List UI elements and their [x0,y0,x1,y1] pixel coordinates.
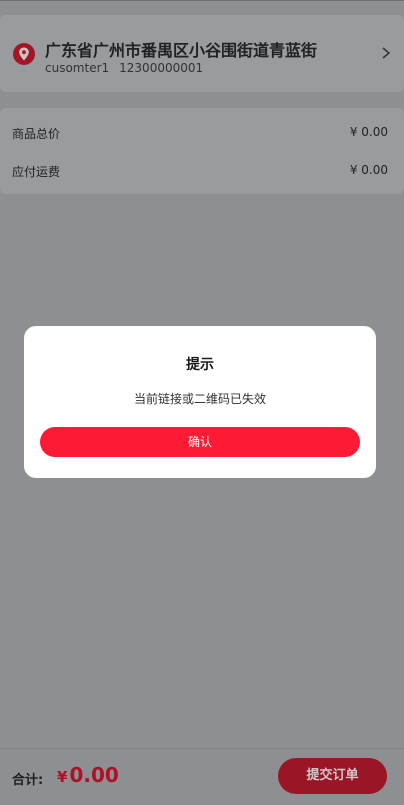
address-card[interactable]: 广东省广州市番禺区小谷围街道青蓝街 cusomter1 12300000001 [0,15,404,92]
total-label: 合计: [12,773,44,788]
location-pin-icon [13,43,35,65]
dialog-title: 提示 [186,357,214,373]
address-text: 广东省广州市番禺区小谷围街道青蓝街 [45,41,318,60]
currency-symbol: ¥ [57,768,68,786]
submit-order-button[interactable]: 提交订单 [278,758,387,794]
total-amount-value: 0.00 [69,763,119,787]
dialog-message: 当前链接或二维码已失效 [133,392,266,406]
goods-total-label: 商品总价 [12,127,61,141]
confirm-button[interactable]: 确认 [40,427,360,457]
alert-dialog: 提示 当前链接或二维码已失效 确认 [24,326,376,478]
chevron-right-icon[interactable] [380,44,392,62]
price-summary-card: 商品总价 ¥ 0.00 应付运费 ¥ 0.00 [0,108,404,194]
contact-phone: 12300000001 [119,61,204,75]
contact-name: cusomter1 [45,61,110,75]
shipping-label: 应付运费 [12,165,61,179]
goods-total-value: ¥ 0.00 [349,125,388,139]
contact-info: cusomter1 12300000001 [45,61,203,75]
top-divider [0,0,404,1]
total-amount: ¥0.00 [57,763,119,787]
shipping-row: 应付运费 ¥ 0.00 [12,163,388,183]
shipping-value: ¥ 0.00 [349,163,388,177]
checkout-bar: 合计: ¥0.00 提交订单 [0,748,404,805]
goods-total-row: 商品总价 ¥ 0.00 [12,125,388,145]
